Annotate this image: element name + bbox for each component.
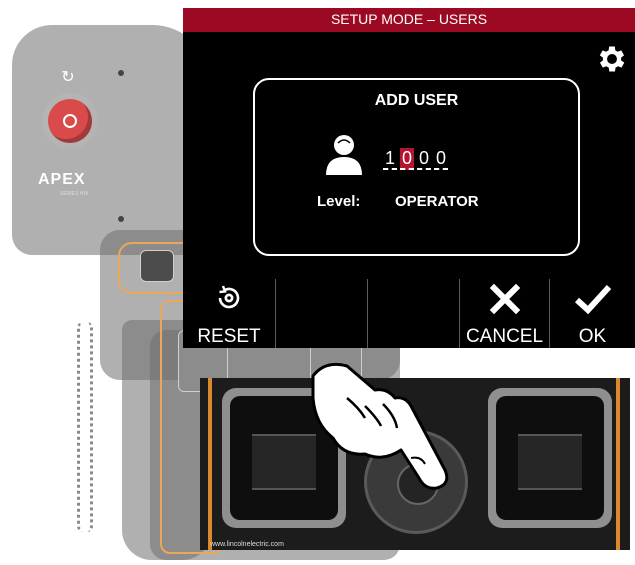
ok-button[interactable]: OK [549,279,635,348]
brand-subtitle: SERIES HW [60,191,89,197]
add-user-dialog: ADD USER 1 0 0 0 Level: OPERATOR [253,78,580,256]
pendant-key [140,250,174,282]
rocker-housing [496,396,604,520]
level-value[interactable]: OPERATOR [395,193,479,210]
lanyard [77,322,93,532]
user-icon [326,135,362,175]
pendant-body-top [12,25,212,255]
dialog-title: ADD USER [374,92,459,109]
pin-digit[interactable]: 1 [383,148,397,170]
website-url: www.lincolnelectric.com [210,541,284,548]
gear-icon[interactable] [595,42,629,76]
pin-digit[interactable]: 0 [417,148,431,170]
rocker-switch-right[interactable] [488,388,612,528]
setup-screen: SETUP MODE – USERS ADD USER 1 0 0 0 Leve… [183,8,635,348]
ok-label: OK [578,326,607,347]
orange-stripe-left [208,378,212,550]
close-icon [489,283,520,315]
reset-button[interactable]: RESET [183,279,275,348]
softkey-2[interactable] [275,279,367,348]
orange-stripe-right [616,378,620,550]
screw [118,70,124,76]
softkey-bar: RESET CANCEL OK [183,279,635,348]
screw [118,216,124,222]
cancel-button[interactable]: CANCEL [459,279,549,348]
emergency-stop-button[interactable] [48,99,92,143]
level-label: Level: [317,193,361,210]
pointing-hand-icon [311,362,449,490]
rotate-icon: ↻ [61,69,75,86]
pin-entry[interactable]: 1 0 0 0 [383,148,448,170]
reset-label: RESET [197,326,261,347]
reset-icon [218,285,240,309]
check-icon [574,284,611,315]
pin-digit[interactable]: 0 [434,148,448,170]
title-bar: SETUP MODE – USERS [183,8,635,32]
pin-digit-active[interactable]: 0 [400,148,414,170]
softkey-3[interactable] [367,279,459,348]
rocker [518,434,582,490]
brand-logo: APEX [38,171,86,188]
cancel-label: CANCEL [465,326,544,347]
